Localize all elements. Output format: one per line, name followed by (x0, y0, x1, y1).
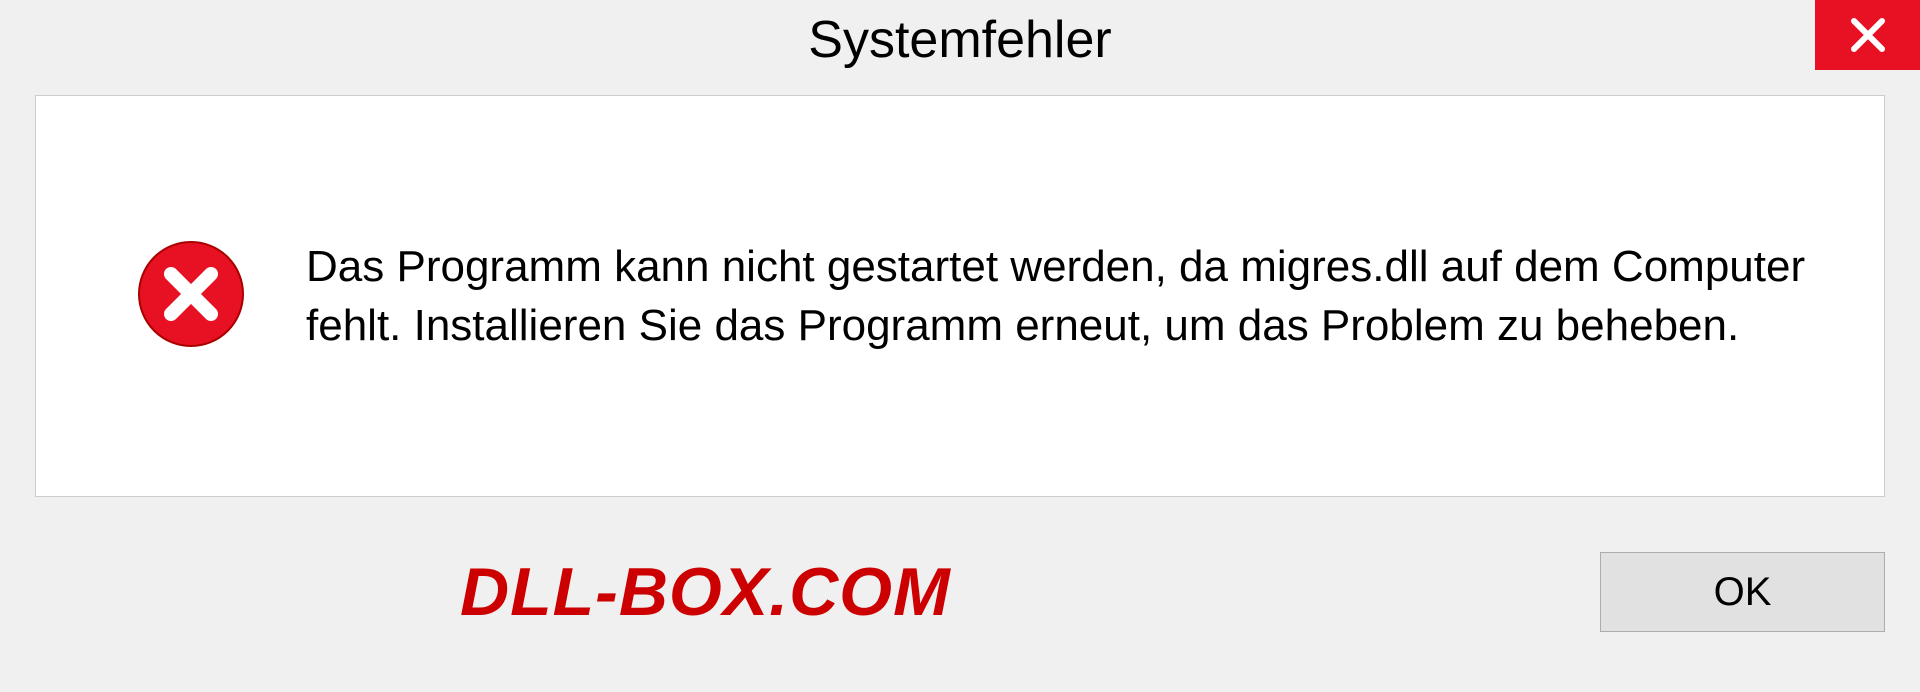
ok-button[interactable]: OK (1600, 552, 1885, 632)
error-icon (136, 239, 246, 354)
error-message: Das Programm kann nicht gestartet werden… (306, 237, 1834, 356)
close-icon (1848, 15, 1888, 55)
error-dialog: Systemfehler Das Programm kann nicht ges… (0, 0, 1920, 692)
content-area: Das Programm kann nicht gestartet werden… (35, 95, 1885, 497)
close-button[interactable] (1815, 0, 1920, 70)
dialog-title: Systemfehler (808, 10, 1111, 70)
titlebar: Systemfehler (0, 0, 1920, 80)
footer: DLL-BOX.COM OK (0, 527, 1920, 692)
watermark-text: DLL-BOX.COM (460, 553, 951, 631)
